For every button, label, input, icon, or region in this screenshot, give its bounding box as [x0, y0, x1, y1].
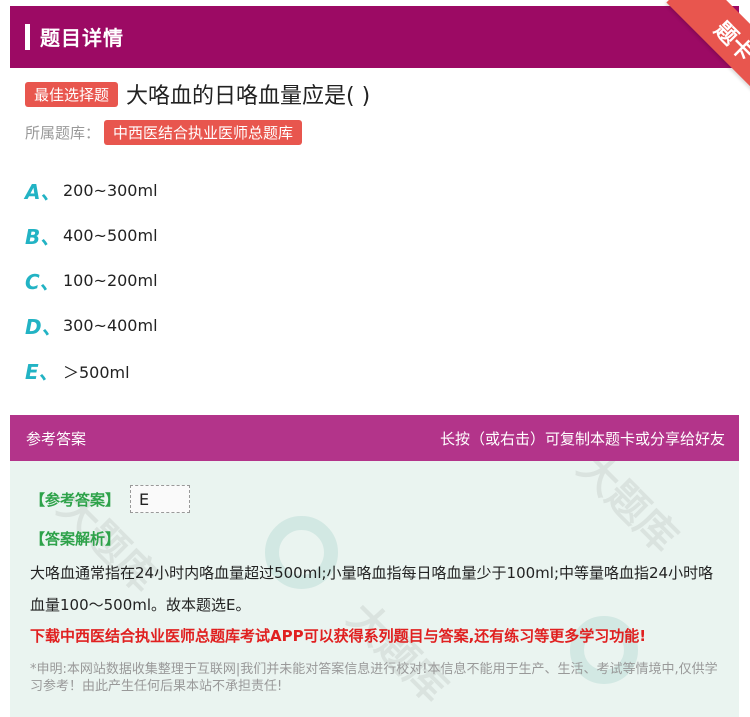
option-c[interactable]: C、 100~200ml: [25, 266, 158, 295]
corner-ribbon: 题卡: [640, 0, 750, 100]
question-type-badge: 最佳选择题: [25, 81, 119, 107]
answer-section-title: 参考答案: [26, 429, 87, 448]
answer-box: 大题库 大题库 大题库 【参考答案】 E 【答案解析】 大咯血通常指在24小时内…: [10, 461, 739, 717]
option-letter: D、: [25, 315, 62, 339]
option-letter: C、: [25, 270, 60, 294]
watermark-text: 大题库: [568, 461, 686, 562]
header-accent-bar: [25, 24, 30, 50]
answer-label: 【参考答案】: [30, 490, 121, 509]
option-b[interactable]: B、 400~500ml: [25, 221, 158, 250]
option-text: 100~200ml: [63, 271, 158, 290]
answer-value: E: [130, 485, 191, 513]
option-e[interactable]: E、 ＞500ml: [25, 356, 130, 385]
option-text: 300~400ml: [63, 316, 158, 335]
answer-section-header: 参考答案 长按（或右击）可复制本题卡或分享给好友: [10, 415, 739, 461]
explanation-label: 【答案解析】: [30, 530, 121, 548]
option-d[interactable]: D、 300~400ml: [25, 311, 158, 340]
bank-link[interactable]: 中西医结合执业医师总题库: [104, 120, 303, 145]
share-hint: 长按（或右击）可复制本题卡或分享给好友: [439, 429, 725, 448]
app-promo-link[interactable]: 下载中西医结合执业医师总题库考试APP可以获得系列题目与答案,还有练习等更多学习…: [30, 625, 646, 646]
ribbon-label: 题卡: [666, 0, 750, 100]
option-letter: E、: [25, 360, 59, 384]
question-text: 大咯血的日咯血量应是( ): [126, 84, 371, 109]
bank-label: 所属题库：: [25, 124, 101, 142]
option-a[interactable]: A、 200~300ml: [25, 176, 158, 205]
option-text: 200~300ml: [63, 181, 158, 200]
option-text: ＞500ml: [63, 362, 130, 382]
question-row: 最佳选择题 大咯血的日咯血量应是( ): [25, 80, 371, 109]
option-letter: A、: [25, 180, 61, 204]
page-header: 题目详情: [10, 6, 739, 68]
page-title: 题目详情: [40, 26, 124, 50]
explanation-text: 大咯血通常指在24小时内咯血量超过500ml;小量咯血指每日咯血量少于100ml…: [30, 564, 714, 614]
answer-line: 【参考答案】 E: [30, 485, 191, 513]
question-bank-row: 所属题库： 中西医结合执业医师总题库: [25, 120, 303, 145]
disclaimer-text: *申明:本网站数据收集整理于互联网|我们并未能对答案信息进行校对!本信息不能用于…: [30, 662, 718, 694]
option-letter: B、: [25, 225, 61, 249]
option-text: 400~500ml: [63, 226, 158, 245]
